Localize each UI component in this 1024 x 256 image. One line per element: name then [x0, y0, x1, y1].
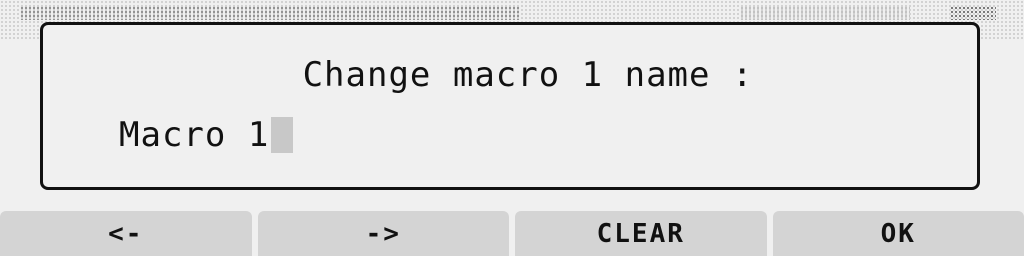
ok-softkey[interactable]: OK [772, 211, 1024, 256]
status-icon [950, 6, 996, 20]
text-cursor [271, 117, 294, 153]
background-status-info [740, 6, 910, 20]
cursor-right-softkey[interactable]: -> [257, 211, 509, 256]
rename-macro-dialog: Change macro 1 name : Macro 1 [40, 22, 980, 190]
background-status-text [20, 6, 520, 20]
dialog-title: Change macro 1 name : [302, 55, 754, 95]
cursor-left-softkey[interactable]: <- [0, 211, 252, 256]
phone-screen: Change macro 1 name : Macro 1 <- -> CLEA… [0, 0, 1024, 256]
softkey-bar: <- -> CLEAR OK [0, 211, 1024, 256]
clear-softkey[interactable]: CLEAR [515, 211, 767, 256]
macro-name-input[interactable]: Macro 1 [119, 115, 294, 155]
macro-name-value: Macro 1 [119, 115, 270, 155]
